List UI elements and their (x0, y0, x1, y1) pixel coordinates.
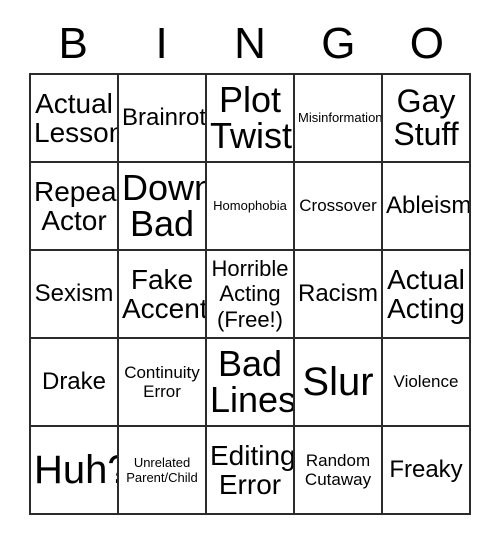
bingo-header-letter-g: G (321, 18, 356, 68)
bingo-cell[interactable]: Freaky (383, 427, 471, 515)
bingo-cell[interactable]: Violence (383, 339, 471, 427)
bingo-cell-label: Slur (302, 360, 374, 404)
bingo-card: B I N G O Actual Lesson Brainrot Plot Twist Mis… (0, 0, 500, 544)
bingo-cell[interactable]: Unrelated Parent/Child (119, 427, 207, 515)
bingo-cell-label: Bad Lines (210, 343, 295, 420)
bingo-cell[interactable]: Drake (31, 339, 119, 427)
bingo-cell-label: Violence (393, 372, 459, 392)
bingo-cell[interactable]: Down Bad (119, 163, 207, 251)
bingo-cell-label: Down Bad (122, 167, 207, 244)
bingo-cell[interactable]: Bad Lines (207, 339, 295, 427)
bingo-cell[interactable]: Editing Error (207, 427, 295, 515)
bingo-cell[interactable]: Crossover (295, 163, 383, 251)
bingo-cell-label: Fake Accent (122, 263, 207, 324)
bingo-cell[interactable]: Plot Twist (207, 75, 295, 163)
bingo-cell-label: Unrelated Parent/Child (126, 454, 198, 485)
bingo-cell[interactable]: Misinformation (295, 75, 383, 163)
bingo-cell-label: Gay Stuff (393, 83, 459, 152)
bingo-header-letter-b: B (58, 18, 88, 68)
bingo-cell-label: Actual Acting (387, 263, 465, 324)
bingo-cell-label: Sexism (34, 280, 114, 308)
bingo-cell[interactable]: Sexism (31, 251, 119, 339)
bingo-header-letter-n: N (234, 18, 266, 68)
bingo-cell-label: Actual Lesson (34, 87, 119, 148)
bingo-cell-label: Editing Error (210, 439, 295, 500)
bingo-cell-label: Misinformation (298, 110, 383, 126)
bingo-cell-free-space[interactable]: Horrible Acting (Free!) (207, 251, 295, 339)
bingo-header-row: BINGO (29, 14, 471, 73)
bingo-cell[interactable]: Continuity Error (119, 339, 207, 427)
bingo-cell-label: Homophobia (213, 198, 287, 214)
bingo-cell-label: Continuity Error (124, 362, 200, 401)
bingo-cell[interactable]: Gay Stuff (383, 75, 471, 163)
bingo-cell-label: Drake (41, 368, 107, 396)
bingo-cell-label: Crossover (299, 196, 377, 216)
bingo-cell[interactable]: Random Cutaway (295, 427, 383, 515)
bingo-cell-label: Ableism (386, 192, 471, 220)
bingo-cell[interactable]: Actual Lesson (31, 75, 119, 163)
bingo-cell-label: Freaky (389, 456, 463, 484)
bingo-cell-label: Horrible Acting (Free!) (211, 256, 289, 332)
bingo-cell[interactable]: Brainrot (119, 75, 207, 163)
bingo-cell[interactable]: Fake Accent (119, 251, 207, 339)
bingo-header-letter-i: I (155, 18, 168, 68)
bingo-grid: Actual Lesson Brainrot Plot Twist Misinform… (29, 73, 471, 515)
bingo-cell[interactable]: Actual Acting (383, 251, 471, 339)
bingo-cell[interactable]: Repeat Actor (31, 163, 119, 251)
bingo-cell[interactable]: Homophobia (207, 163, 295, 251)
bingo-cell[interactable]: Ableism (383, 163, 471, 251)
bingo-cell[interactable]: Huh? (31, 427, 119, 515)
bingo-cell-label: Racism (298, 280, 379, 308)
bingo-cell[interactable]: Racism (295, 251, 383, 339)
bingo-cell-label: Huh? (34, 448, 117, 492)
bingo-cell-label: Plot Twist (210, 79, 293, 156)
bingo-header-letter-o: O (409, 18, 444, 68)
bingo-cell-label: Repeat Actor (34, 175, 119, 236)
bingo-cell[interactable]: Slur (295, 339, 383, 427)
bingo-cell-label: Random Cutaway (304, 450, 372, 489)
bingo-cell-label: Brainrot (122, 104, 207, 132)
